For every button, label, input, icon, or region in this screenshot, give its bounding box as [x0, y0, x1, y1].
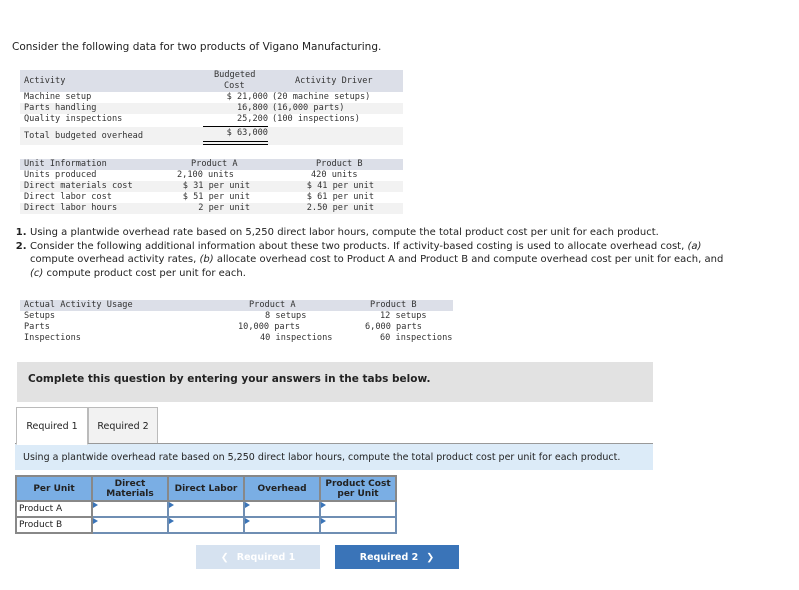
header-usage: Actual Activity Usage [24, 300, 133, 310]
activity: Quality inspections [24, 114, 123, 124]
header-cost: Cost [224, 81, 245, 91]
answer-header-row: Per Unit Direct Materials Direct Labor O… [15, 475, 397, 502]
activity: Parts handling [24, 103, 97, 113]
product-a-value: $ 51 per unit [182, 192, 250, 202]
header-driver: Activity Driver [295, 76, 373, 86]
direct-labor-input-a[interactable] [167, 500, 245, 518]
header-unit-info: Unit Information [24, 159, 107, 169]
instruction-banner: Complete this question by entering your … [17, 362, 653, 402]
label: Setups [24, 311, 56, 321]
product-b-value: 60 inspections [380, 333, 453, 343]
chevron-left-icon: ❮ [220, 551, 229, 563]
prev-label: Required 1 [236, 551, 296, 563]
cost: 16,800 [236, 103, 268, 113]
tab-required-1[interactable]: Required 1 [16, 407, 88, 445]
table-row: Direct materials cost $ 31 per unit $ 41 p… [20, 181, 403, 192]
overhead-input-b[interactable] [243, 516, 321, 534]
label: Units produced [24, 170, 97, 180]
product-cost-input-b[interactable] [319, 516, 397, 534]
activity-table: Activity Budgeted Cost Activity Driver M… [20, 70, 403, 146]
overhead-input-a[interactable] [243, 500, 321, 518]
answer-table: Per Unit Direct Materials Direct Labor O… [15, 475, 397, 534]
direct-labor-input-b[interactable] [167, 516, 245, 534]
header-per-unit: Per Unit [15, 475, 93, 502]
table-row: Parts handling 16,800 (16,000 parts) [20, 103, 403, 114]
activity: Machine setup [24, 92, 92, 102]
table-row: Direct labor cost $ 51 per unit $ 61 per u… [20, 192, 403, 203]
prev-button[interactable]: ❮ Required 1 [196, 545, 320, 569]
unit-info-table: Unit Information Product A Product B Units… [20, 159, 403, 215]
header-budgeted: Budgeted [214, 70, 256, 80]
intro-text: Consider the following data for two prod… [12, 41, 382, 53]
cost: 25,200 [236, 114, 268, 124]
product-b-value: $ 41 per unit [306, 181, 374, 191]
product-b-value: $ 61 per unit [306, 192, 374, 202]
header-direct-materials: Direct Materials [91, 475, 169, 502]
product-a-value: 40 inspections [260, 333, 333, 343]
label: Direct labor hours [24, 203, 118, 213]
header-direct-labor: Direct Labor [167, 475, 245, 502]
driver: (20 machine setups) [272, 92, 371, 102]
header-row: Actual Activity Usage Product A Product B [20, 300, 453, 311]
label: Inspections [24, 333, 81, 343]
product-b-value: 2.50 per unit [306, 203, 374, 213]
header-product-b: Product B [316, 159, 363, 169]
product-b-value: 6,000 parts [365, 322, 422, 332]
row-label: Product B [15, 516, 93, 534]
header-product-cost: Product Cost per Unit [319, 475, 397, 502]
table-row: Setups 8 setups 12 setups [20, 311, 455, 322]
driver: (16,000 parts) [272, 103, 345, 113]
activity: Total budgeted overhead [24, 131, 143, 141]
direct-materials-input-b[interactable] [91, 516, 169, 534]
table-row: Machine setup $ 21,000 (20 machine setups) [20, 92, 403, 103]
next-label: Required 2 [359, 551, 419, 563]
answer-row-product-b: Product B [15, 516, 397, 534]
header-product-a: Product A [249, 300, 296, 310]
header-row: Activity Budgeted Cost Activity Driver [20, 70, 403, 92]
activity-usage-table: Actual Activity Usage Product A Product B … [20, 300, 455, 346]
complete-prompt: Complete this question by entering your … [28, 373, 431, 385]
driver: (100 inspections) [272, 114, 360, 124]
product-a-value: 2 per unit [198, 203, 250, 213]
label: Direct materials cost [24, 181, 133, 191]
question-2: Consider the following additional inform… [30, 240, 730, 281]
product-b-value: 12 setups [380, 311, 427, 321]
product-a-value: 2,100 units [177, 170, 234, 180]
product-a-value: $ 31 per unit [182, 181, 250, 191]
product-a-value: 8 setups [265, 311, 307, 321]
product-a-value: 10,000 parts [238, 322, 301, 332]
cost: $ 63,000 [226, 128, 268, 138]
required-instruction: Using a plantwide overhead rate based on… [15, 444, 653, 470]
table-row: Inspections 40 inspections 60 inspections [20, 333, 455, 344]
direct-materials-input-a[interactable] [91, 500, 169, 518]
table-row: Parts 10,000 parts 6,000 parts [20, 322, 455, 333]
table-row: Units produced 2,100 units 420 units [20, 170, 403, 181]
header-activity: Activity [24, 76, 66, 86]
instruction-text: Using a plantwide overhead rate based on… [23, 452, 621, 463]
header-product-a: Product A [191, 159, 238, 169]
label: Parts [24, 322, 50, 332]
total-row: Total budgeted overhead $ 63,000 [20, 127, 403, 145]
cost: $ 21,000 [226, 92, 268, 102]
double-rule [203, 141, 268, 145]
product-b-value: 420 units [311, 170, 358, 180]
answer-row-product-a: Product A [15, 500, 397, 518]
tab-required-2[interactable]: Required 2 [88, 407, 158, 445]
header-product-b: Product B [370, 300, 417, 310]
product-cost-input-a[interactable] [319, 500, 397, 518]
question-list: Using a plantwide overhead rate based on… [14, 226, 730, 280]
row-label: Product A [15, 500, 93, 518]
label: Direct labor cost [24, 192, 112, 202]
question-1: Using a plantwide overhead rate based on… [30, 226, 730, 240]
table-row: Quality inspections 25,200 (100 inspection… [20, 114, 403, 125]
table-row: Direct labor hours 2 per unit 2.50 per uni… [20, 203, 403, 214]
header-row: Unit Information Product A Product B [20, 159, 403, 170]
next-button[interactable]: Required 2 ❯ [335, 545, 459, 569]
header-overhead: Overhead [243, 475, 321, 502]
chevron-right-icon: ❯ [426, 551, 435, 563]
